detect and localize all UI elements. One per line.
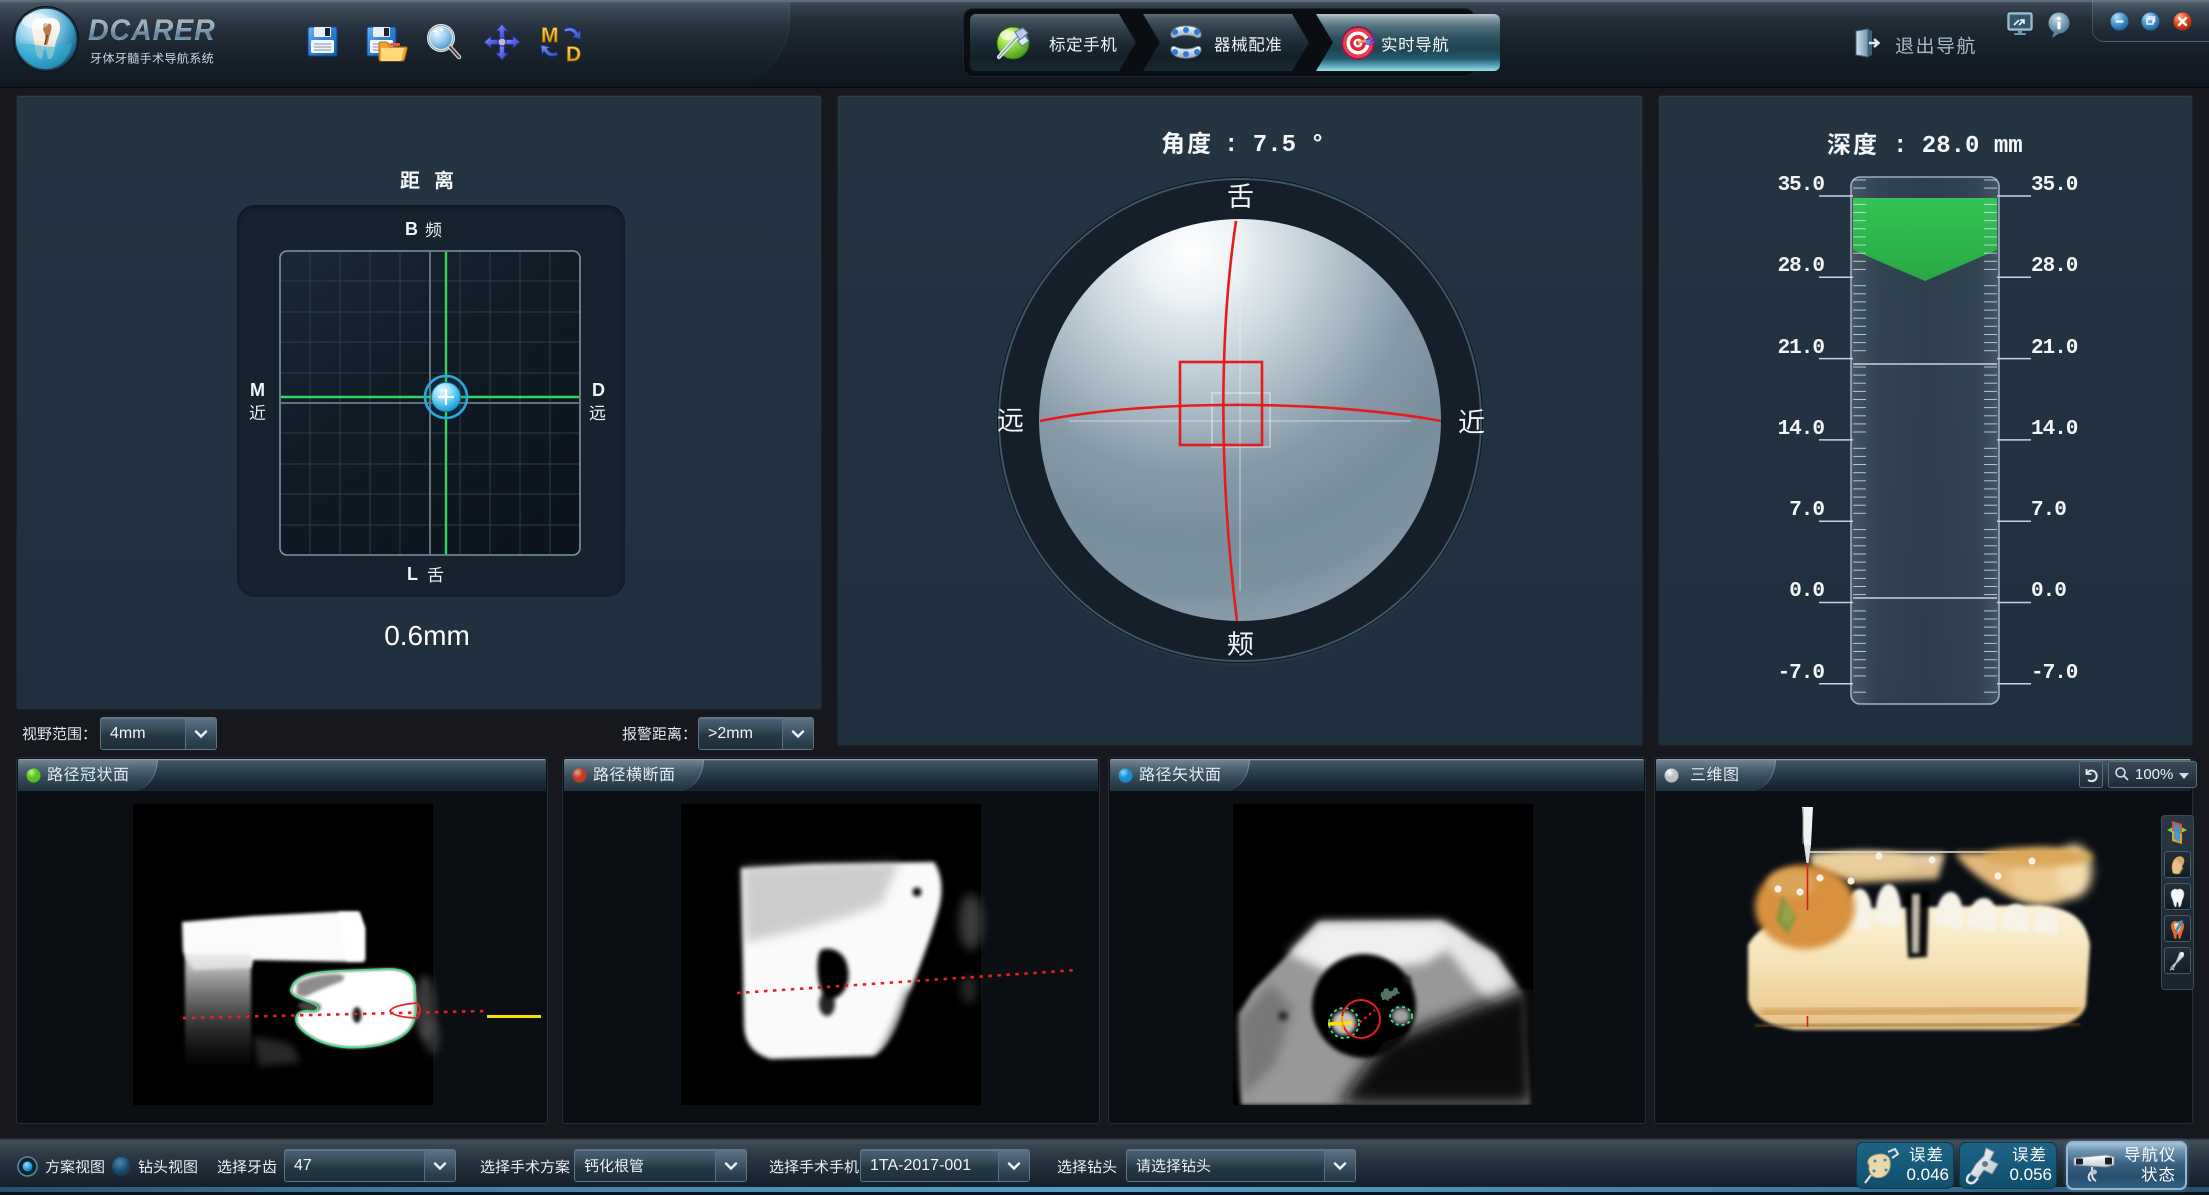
svg-text:D: D (566, 43, 581, 63)
svg-text:M: M (541, 24, 559, 47)
